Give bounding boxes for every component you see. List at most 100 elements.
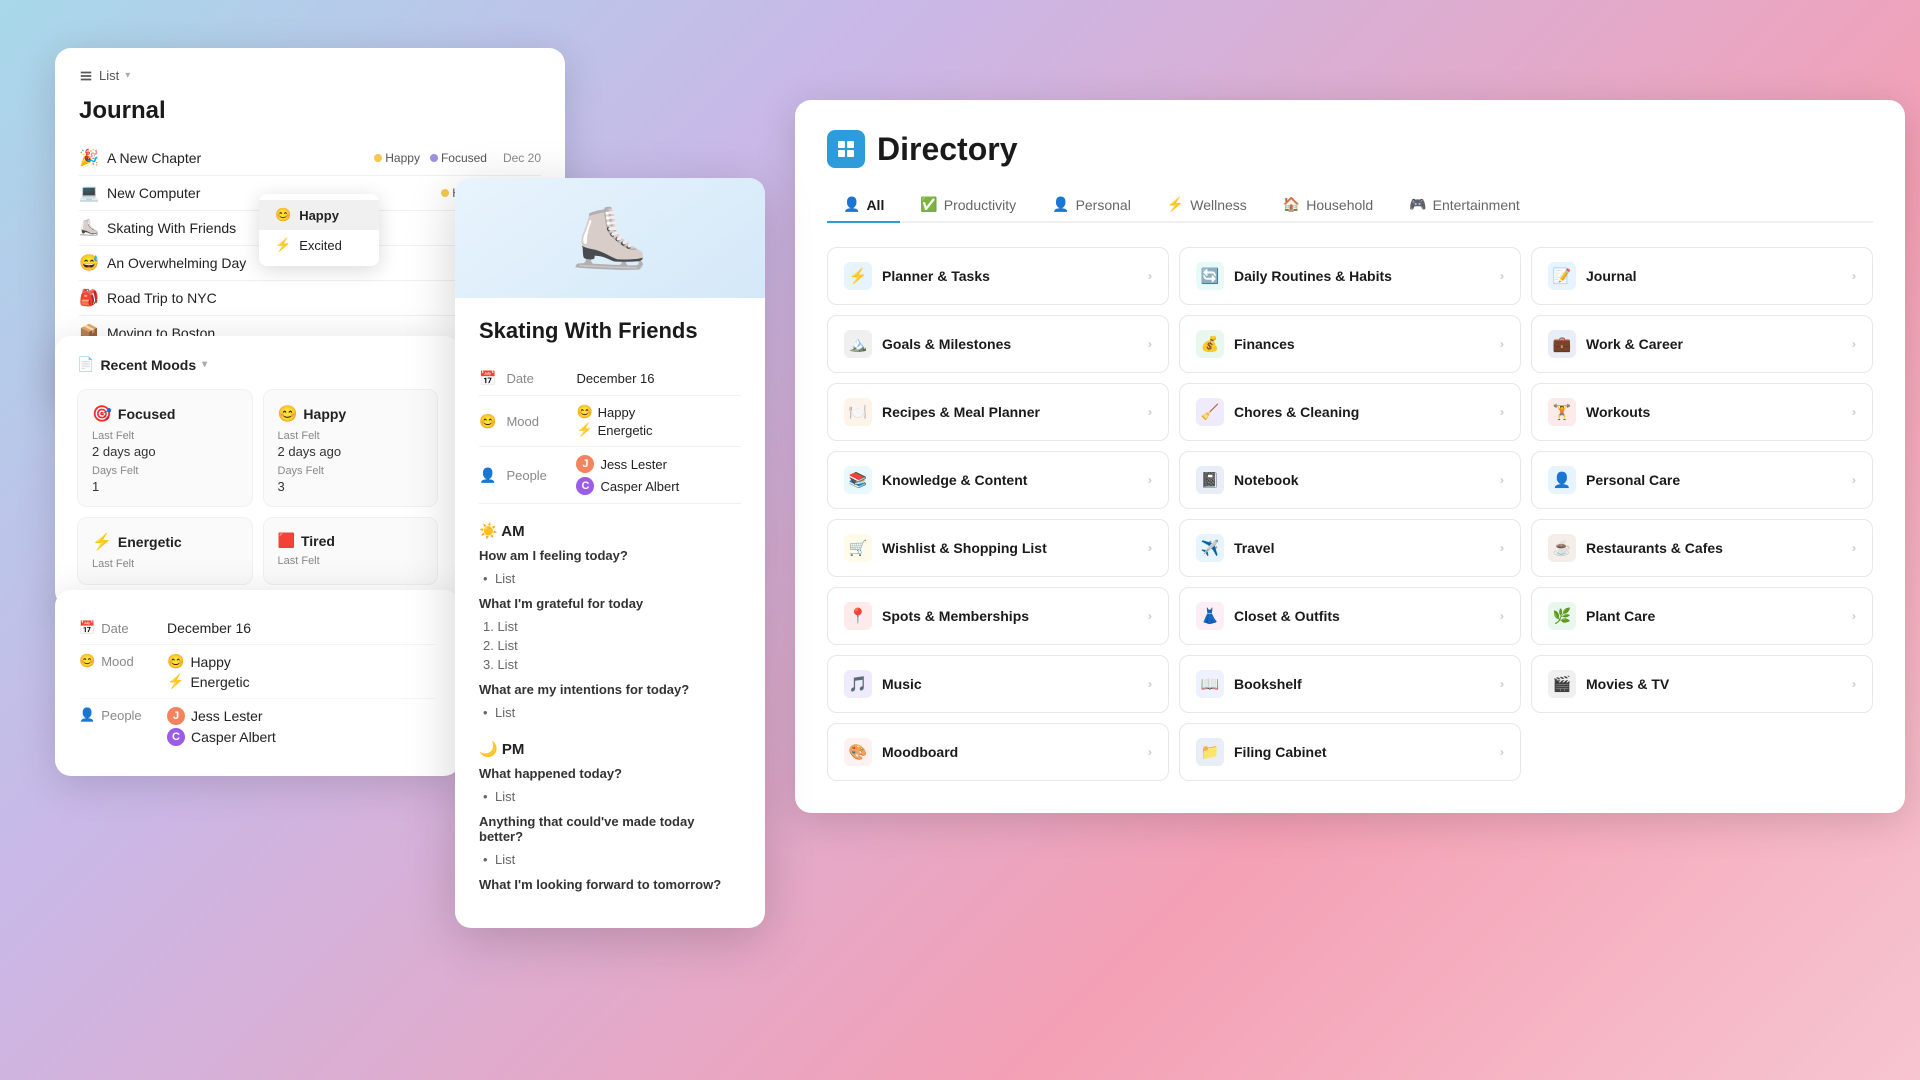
mood-value-1: 😊Happy bbox=[167, 653, 250, 670]
directory-tabs: 👤 All ✅ Productivity 👤 Personal ⚡ Wellne… bbox=[827, 188, 1873, 223]
moods-panel: 📄 Recent Moods ▾ 🎯 Focused Last Felt 2 d… bbox=[55, 336, 460, 607]
directory-title: Directory bbox=[827, 130, 1873, 168]
am-section-title: ☀️ AM bbox=[479, 522, 741, 540]
journal-list-header[interactable]: List ▾ bbox=[79, 68, 541, 83]
dir-item-6[interactable]: 🍽️ Recipes & Meal Planner › bbox=[827, 383, 1169, 441]
date-meta-val: December 16 bbox=[576, 371, 654, 386]
dir-item-7[interactable]: 🧹 Chores & Cleaning › bbox=[1179, 383, 1521, 441]
dir-item-20[interactable]: 🎬 Movies & TV › bbox=[1531, 655, 1873, 713]
dir-item-5[interactable]: 💼 Work & Career › bbox=[1531, 315, 1873, 373]
dir-item-22[interactable]: 📁 Filing Cabinet › bbox=[1179, 723, 1521, 781]
skating-panel: ⛸️ Skating With Friends 📅 Date December … bbox=[455, 178, 765, 928]
chevron-icon-2: › bbox=[1852, 269, 1856, 283]
dir-item-label-2: Journal bbox=[1586, 268, 1637, 284]
chevron-icon-22: › bbox=[1500, 745, 1504, 759]
last-felt-label-3: Last Felt bbox=[92, 558, 238, 570]
moods-chevron: ▾ bbox=[202, 359, 207, 370]
last-felt-label-4: Last Felt bbox=[278, 555, 424, 567]
tab-personal[interactable]: 👤 Personal bbox=[1036, 188, 1147, 221]
energetic-icon: ⚡ bbox=[92, 532, 112, 552]
tab-all[interactable]: 👤 All bbox=[827, 188, 900, 221]
person-2: C Casper Albert bbox=[167, 728, 276, 746]
dir-item-9[interactable]: 📚 Knowledge & Content › bbox=[827, 451, 1169, 509]
compass-icon bbox=[836, 139, 856, 159]
dir-item-icon-6: 🍽️ bbox=[844, 398, 872, 426]
mood-label: 😊 Mood bbox=[79, 653, 159, 669]
dir-item-17[interactable]: 🌿 Plant Care › bbox=[1531, 587, 1873, 645]
dir-item-15[interactable]: 📍 Spots & Memberships › bbox=[827, 587, 1169, 645]
dir-item-14[interactable]: ☕ Restaurants & Cafes › bbox=[1531, 519, 1873, 577]
dir-item-10[interactable]: 📓 Notebook › bbox=[1179, 451, 1521, 509]
dropdown-item-excited[interactable]: ⚡Excited bbox=[259, 230, 379, 260]
dir-item-4[interactable]: 💰 Finances › bbox=[1179, 315, 1521, 373]
mood-meta-key: Mood bbox=[506, 414, 566, 429]
entry-moods: Happy Focused bbox=[374, 151, 487, 165]
mood-card-focused[interactable]: 🎯 Focused Last Felt 2 days ago Days Felt… bbox=[77, 389, 253, 507]
dir-item-icon-14: ☕ bbox=[1548, 534, 1576, 562]
dir-item-icon-10: 📓 bbox=[1196, 466, 1224, 494]
dir-item-label-14: Restaurants & Cafes bbox=[1586, 540, 1723, 556]
dir-item-3[interactable]: 🏔️ Goals & Milestones › bbox=[827, 315, 1169, 373]
tab-productivity[interactable]: ✅ Productivity bbox=[904, 188, 1032, 221]
chevron-icon-19: › bbox=[1500, 677, 1504, 691]
entry-emoji: ⛸️ bbox=[79, 218, 99, 238]
dir-item-icon-0: ⚡ bbox=[844, 262, 872, 290]
chevron-icon-8: › bbox=[1852, 405, 1856, 419]
last-felt-label-2: Last Felt bbox=[278, 430, 424, 442]
dir-item-18[interactable]: 🎵 Music › bbox=[827, 655, 1169, 713]
dir-item-label-8: Workouts bbox=[1586, 404, 1650, 420]
moods-header[interactable]: 📄 Recent Moods ▾ bbox=[77, 356, 438, 373]
chevron-icon-3: › bbox=[1148, 337, 1152, 351]
chevron-icon-10: › bbox=[1500, 473, 1504, 487]
dir-item-2[interactable]: 📝 Journal › bbox=[1531, 247, 1873, 305]
am-list-3: List bbox=[479, 703, 741, 722]
dir-item-icon-21: 🎨 bbox=[844, 738, 872, 766]
skate-emoji: ⛸️ bbox=[573, 203, 648, 274]
mood-energetic-label: Energetic bbox=[118, 534, 182, 550]
chevron-icon-14: › bbox=[1852, 541, 1856, 555]
list-icon bbox=[79, 69, 93, 83]
tab-household[interactable]: 🏠 Household bbox=[1267, 188, 1389, 221]
mood-value-2: ⚡Energetic bbox=[167, 673, 250, 690]
person-1: J Jess Lester bbox=[167, 707, 276, 725]
dir-item-8[interactable]: 🏋️ Workouts › bbox=[1531, 383, 1873, 441]
pm-q2: Anything that could've made today better… bbox=[479, 814, 741, 844]
pm-list-1: List bbox=[479, 787, 741, 806]
journal-entry-1[interactable]: 🎉 A New Chapter Happy Focused Dec 20 bbox=[79, 141, 541, 176]
dir-item-label-17: Plant Care bbox=[1586, 608, 1655, 624]
mood-card-happy[interactable]: 😊 Happy Last Felt 2 days ago Days Felt 3 bbox=[263, 389, 439, 507]
dir-item-label-9: Knowledge & Content bbox=[882, 472, 1027, 488]
tab-wellness[interactable]: ⚡ Wellness bbox=[1151, 188, 1263, 221]
all-icon: 👤 bbox=[843, 196, 860, 213]
dir-item-0[interactable]: ⚡ Planner & Tasks › bbox=[827, 247, 1169, 305]
chevron-icon-0: › bbox=[1148, 269, 1152, 283]
avatar-jess-skating: J bbox=[576, 455, 594, 473]
dropdown-item-happy[interactable]: 😊Happy bbox=[259, 200, 379, 230]
mood-card-tired[interactable]: 🟥 Tired Last Felt bbox=[263, 517, 439, 585]
entry-emoji: 💻 bbox=[79, 183, 99, 203]
am-numbered-2: 2. List bbox=[479, 636, 741, 655]
moods-grid: 🎯 Focused Last Felt 2 days ago Days Felt… bbox=[77, 389, 438, 585]
dir-item-1[interactable]: 🔄 Daily Routines & Habits › bbox=[1179, 247, 1521, 305]
date-meta-icon: 📅 bbox=[479, 370, 496, 387]
productivity-icon: ✅ bbox=[920, 196, 937, 213]
dir-item-19[interactable]: 📖 Bookshelf › bbox=[1179, 655, 1521, 713]
chevron-icon-1: › bbox=[1500, 269, 1504, 283]
chevron-icon-18: › bbox=[1148, 677, 1152, 691]
dir-item-label-10: Notebook bbox=[1234, 472, 1299, 488]
dir-item-label-12: Wishlist & Shopping List bbox=[882, 540, 1047, 556]
dir-item-13[interactable]: ✈️ Travel › bbox=[1179, 519, 1521, 577]
list-chevron: ▾ bbox=[125, 70, 130, 81]
am-numbered-1: 1. List bbox=[479, 617, 741, 636]
dir-item-12[interactable]: 🛒 Wishlist & Shopping List › bbox=[827, 519, 1169, 577]
chevron-icon-5: › bbox=[1852, 337, 1856, 351]
mood-card-energetic[interactable]: ⚡ Energetic Last Felt bbox=[77, 517, 253, 585]
am-numbered-3: 3. List bbox=[479, 655, 741, 674]
tab-entertainment[interactable]: 🎮 Entertainment bbox=[1393, 188, 1536, 221]
entry-emoji: 🎉 bbox=[79, 148, 99, 168]
dir-item-16[interactable]: 👗 Closet & Outfits › bbox=[1179, 587, 1521, 645]
pm-q3: What I'm looking forward to tomorrow? bbox=[479, 877, 741, 892]
dir-item-11[interactable]: 👤 Personal Care › bbox=[1531, 451, 1873, 509]
dir-item-21[interactable]: 🎨 Moodboard › bbox=[827, 723, 1169, 781]
people-meta-icon: 👤 bbox=[479, 467, 496, 484]
